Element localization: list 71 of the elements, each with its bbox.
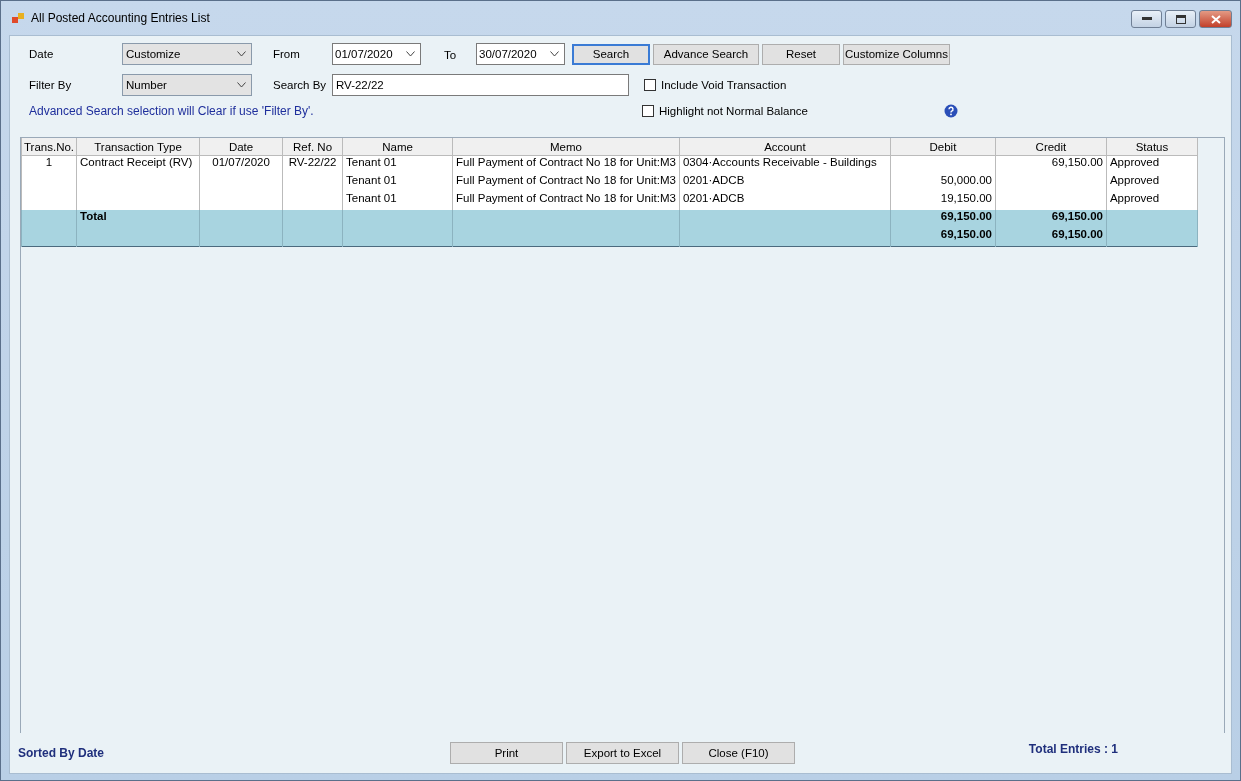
toolbar-button[interactable]: Reset (762, 43, 840, 65)
table-cell: 0201·ADCB (682, 192, 745, 204)
minimize-button[interactable] (1131, 10, 1162, 28)
table-cell: Approved (1109, 174, 1160, 186)
field-label: From (273, 48, 301, 60)
column-header[interactable]: Trans.No. (21, 138, 77, 156)
total-cell: 69,150.00 (1051, 210, 1103, 222)
table-cell: 1 (45, 156, 53, 168)
column-header[interactable]: Ref. No (282, 138, 343, 156)
chevron-down-icon (237, 82, 246, 88)
date-picker[interactable]: 01/07/2020 (332, 43, 421, 65)
field-label: Filter By (29, 79, 73, 91)
checkbox-label: Highlight not Normal Balance (659, 105, 808, 117)
table-cell: Tenant 01 (346, 156, 397, 168)
chevron-down-icon (406, 51, 415, 57)
table-cell: Full Payment of Contract No 18 for Unit:M3 (456, 156, 676, 168)
column-header[interactable]: Date (199, 138, 283, 156)
sort-label: Sorted By Date (18, 746, 106, 760)
table-cell: 69,150.00 (1051, 156, 1103, 168)
column-header[interactable]: Credit (995, 138, 1107, 156)
field-label: To (444, 49, 458, 61)
column-header[interactable]: Account (679, 138, 891, 156)
table-cell: Tenant 01 (346, 174, 397, 186)
table-cell: 0304·Accounts Receivable - Buildings (682, 156, 877, 168)
table-cell: RV-22/22 (288, 156, 337, 168)
total-cell: 69,150.00 (940, 228, 992, 240)
hint-text: Advanced Search selection will Clear if use 'Filter By'. (29, 104, 315, 118)
column-header[interactable]: Memo (452, 138, 680, 156)
chevron-down-icon (237, 51, 246, 57)
total-cell: Total (80, 210, 107, 222)
footer-button[interactable]: Close (F10) (682, 742, 795, 764)
column-header[interactable]: Debit (890, 138, 996, 156)
table-cell: Approved (1109, 192, 1160, 204)
help-icon[interactable] (943, 104, 958, 118)
toolbar-button[interactable]: Search (572, 43, 650, 65)
restore-icon (1175, 14, 1186, 24)
table-cell: Contract Receipt (RV) (80, 156, 193, 168)
search-by-field[interactable]: RV-22/22 (332, 74, 629, 96)
checkbox[interactable] (642, 105, 654, 117)
date-picker[interactable]: 30/07/2020 (476, 43, 565, 65)
table-cell: 19,150.00 (940, 192, 992, 204)
window-title: All Posted Accounting Entries List (31, 11, 210, 25)
total-entries-label: Total Entries : 1 (1028, 742, 1118, 756)
table-cell: Tenant 01 (346, 192, 397, 204)
total-cell: 69,150.00 (940, 210, 992, 222)
field-label: Search By (273, 79, 328, 91)
app-icon (11, 11, 25, 25)
minimize-icon (1141, 17, 1152, 21)
column-header[interactable]: Status (1106, 138, 1198, 156)
table-cell: Full Payment of Contract No 18 for Unit:M3 (456, 174, 676, 186)
column-header[interactable]: Transaction Type (76, 138, 200, 156)
table-cell: 01/07/2020 (212, 156, 270, 168)
field-label: Date (29, 48, 55, 60)
total-cell: 69,150.00 (1051, 228, 1103, 240)
restore-button[interactable] (1165, 10, 1196, 28)
table-cell: Full Payment of Contract No 18 for Unit:M3 (456, 192, 676, 204)
footer-button[interactable]: Print (450, 742, 563, 764)
table-cell: 50,000.00 (940, 174, 992, 186)
toolbar-button[interactable]: Customize Columns (843, 43, 950, 65)
checkbox[interactable] (644, 79, 656, 91)
checkbox-label: Include Void Transaction (661, 79, 787, 91)
filter-by-dropdown[interactable]: Number (122, 74, 252, 96)
close-button[interactable] (1199, 10, 1232, 28)
toolbar-button[interactable]: Advance Search (653, 43, 759, 65)
close-icon (1210, 14, 1221, 24)
date-range-dropdown[interactable]: Customize (122, 43, 252, 65)
column-header[interactable]: Name (342, 138, 453, 156)
chevron-down-icon (550, 51, 559, 57)
footer-button[interactable]: Export to Excel (566, 742, 679, 764)
table-cell: 0201·ADCB (682, 174, 745, 186)
table-cell: Approved (1109, 156, 1160, 168)
